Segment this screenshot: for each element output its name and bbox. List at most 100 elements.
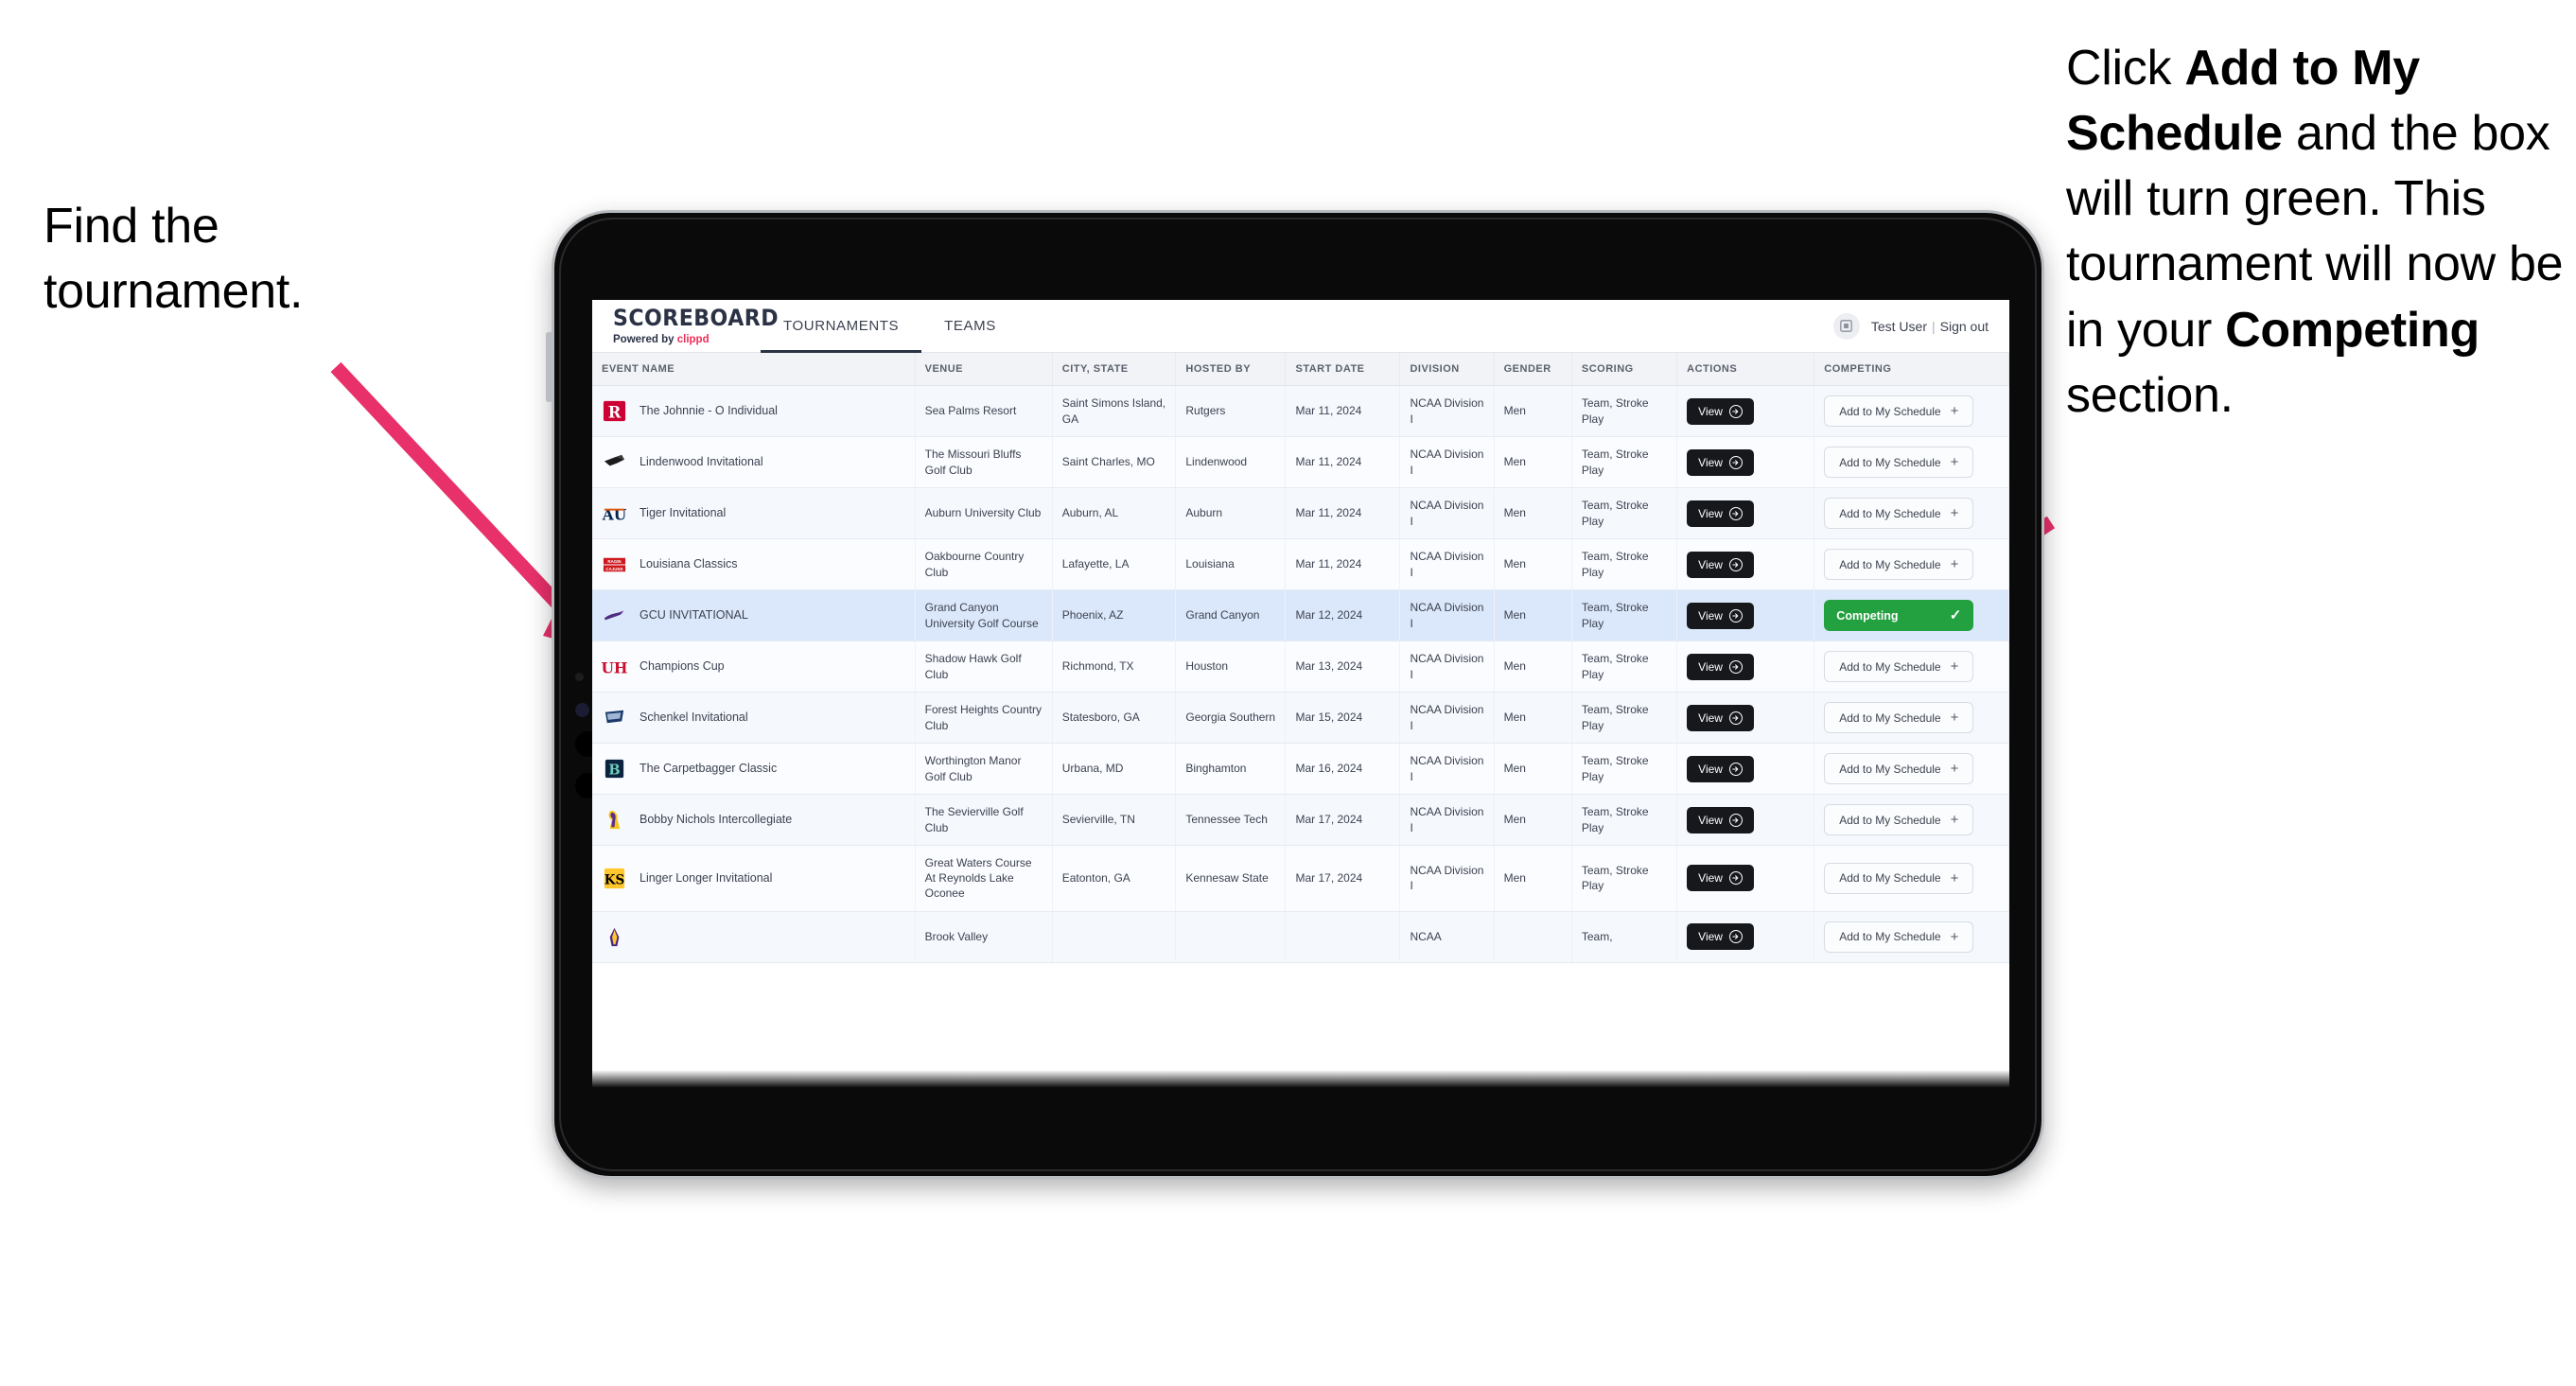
table-row[interactable]: Bobby Nichols Intercollegiate The Sevierv… <box>592 794 2009 846</box>
cell-start-date: Mar 13, 2024 <box>1285 640 1401 693</box>
column-header-venue[interactable]: VENUE <box>915 353 1053 386</box>
add-to-my-schedule-button[interactable]: Add to My Schedule + <box>1824 862 1974 894</box>
arrow-right-circle-icon <box>1728 557 1743 571</box>
add-to-my-schedule-button[interactable]: Add to My Schedule + <box>1824 804 1974 835</box>
table-row[interactable]: Brook Valley NCAA Team, View Add to My Sched… <box>592 911 2009 963</box>
cell-event-name: UH Champions Cup <box>592 640 916 693</box>
annotation-right-bold2: Competing <box>2225 302 2480 358</box>
cell-city-state: Eatonton, GA <box>1052 845 1177 912</box>
cell-venue: Oakbourne Country Club <box>915 538 1053 590</box>
brand-logo[interactable]: SCOREBOARD Powered by clippd <box>592 300 779 352</box>
cell-venue: Auburn University Club <box>915 487 1053 539</box>
cell-gender: Men <box>1494 845 1572 912</box>
avatar[interactable] <box>1832 312 1860 340</box>
add-to-my-schedule-label: Add to My Schedule <box>1839 930 1941 944</box>
tennessee-tech-golden-eagles-logo-icon <box>608 810 621 830</box>
table-row[interactable]: Lindenwood Invitational The Missouri Bluf… <box>592 436 2009 488</box>
column-header-competing[interactable]: COMPETING <box>1814 353 2009 386</box>
arrow-right-circle-icon <box>1728 711 1743 725</box>
column-header-city-state[interactable]: CITY, STATE <box>1052 353 1177 386</box>
view-button[interactable]: View <box>1687 551 1754 578</box>
column-header-actions[interactable]: ACTIONS <box>1676 353 1815 386</box>
cell-event-name: GCU INVITATIONAL <box>592 589 916 641</box>
annotation-right: Click Add to My Schedule and the box wil… <box>2066 36 2576 429</box>
add-to-my-schedule-label: Add to My Schedule <box>1839 659 1941 674</box>
table-row[interactable]: AU Tiger Invitational Auburn University Cl… <box>592 487 2009 539</box>
view-button[interactable]: View <box>1687 448 1754 476</box>
table-row[interactable]: B The Carpetbagger Classic Worthington Man… <box>592 743 2009 795</box>
cell-actions: View <box>1676 911 1815 963</box>
table-row[interactable]: GCU INVITATIONAL Grand Canyon University … <box>592 589 2009 641</box>
view-button[interactable]: View <box>1687 923 1754 951</box>
competing-button[interactable]: Competing ✓ <box>1824 600 1974 631</box>
volume-button[interactable] <box>546 332 552 402</box>
cell-scoring: Team, Stroke Play <box>1571 794 1678 846</box>
cell-competing: Add to My Schedule + <box>1814 911 2009 963</box>
cell-gender: Men <box>1494 385 1572 437</box>
cell-division: NCAA Division I <box>1399 692 1495 744</box>
add-to-my-schedule-button[interactable]: Add to My Schedule + <box>1824 651 1974 682</box>
table-row[interactable]: Schenkel Invitational Forest Heights Coun… <box>592 692 2009 744</box>
add-to-my-schedule-label: Add to My Schedule <box>1839 813 1941 827</box>
sign-out-link[interactable]: Sign out <box>1940 319 1989 334</box>
georgia-southern-eagles-logo-icon <box>605 710 624 724</box>
cell-actions: View <box>1676 743 1815 795</box>
view-button[interactable]: View <box>1687 653 1754 680</box>
view-button[interactable]: View <box>1687 500 1754 527</box>
user-badge-icon <box>1840 320 1853 332</box>
view-button[interactable]: View <box>1687 602 1754 629</box>
cell-gender: Men <box>1494 640 1572 693</box>
column-header-division[interactable]: DIVISION <box>1399 353 1495 386</box>
cell-event-name: AU Tiger Invitational <box>592 487 916 539</box>
cell-competing: Add to My Schedule + <box>1814 794 2009 846</box>
column-header-hosted-by[interactable]: HOSTED BY <box>1175 353 1287 386</box>
tournaments-table-container[interactable]: EVENT NAME VENUE CITY, STATE HOSTED BY S… <box>592 353 2009 1095</box>
add-to-my-schedule-button[interactable]: Add to My Schedule + <box>1824 702 1974 733</box>
add-to-my-schedule-button[interactable]: Add to My Schedule + <box>1824 498 1974 529</box>
view-button[interactable]: View <box>1687 755 1754 782</box>
table-row[interactable]: UH Champions Cup Shadow Hawk Golf Club Rich… <box>592 640 2009 693</box>
team-logo: UH <box>602 654 627 679</box>
table-row[interactable]: KS Linger Longer Invitational Great Waters… <box>592 845 2009 912</box>
cell-scoring: Team, Stroke Play <box>1571 487 1678 539</box>
table-row[interactable]: R The Johnnie - O Individual Sea Palms Res… <box>592 385 2009 437</box>
plus-icon: + <box>1950 812 1959 828</box>
add-to-my-schedule-button[interactable]: Add to My Schedule + <box>1824 447 1974 478</box>
column-header-gender[interactable]: GENDER <box>1494 353 1572 386</box>
column-header-event-name[interactable]: EVENT NAME <box>592 353 916 386</box>
add-to-my-schedule-button[interactable]: Add to My Schedule + <box>1824 549 1974 580</box>
cell-division: NCAA Division I <box>1399 640 1495 693</box>
add-to-my-schedule-label: Add to My Schedule <box>1839 762 1941 776</box>
add-to-my-schedule-button[interactable]: Add to My Schedule + <box>1824 921 1974 953</box>
cell-venue: Worthington Manor Golf Club <box>915 743 1053 795</box>
view-button[interactable]: View <box>1687 704 1754 731</box>
view-label: View <box>1698 871 1723 886</box>
cell-division: NCAA Division I <box>1399 385 1495 437</box>
cell-gender: Men <box>1494 538 1572 590</box>
team-logo: RAGIN CAJUNS <box>602 552 627 577</box>
table-row[interactable]: RAGIN CAJUNS Louisiana Classics Oakbourne C… <box>592 538 2009 590</box>
add-to-my-schedule-button[interactable]: Add to My Schedule + <box>1824 395 1974 427</box>
event-name-label: Schenkel Invitational <box>640 711 748 725</box>
cell-event-name: Lindenwood Invitational <box>592 436 916 488</box>
team-logo <box>602 924 627 950</box>
team-logo: R <box>602 398 627 424</box>
tab-tournaments[interactable]: TOURNAMENTS <box>761 300 922 353</box>
view-button[interactable]: View <box>1687 397 1754 425</box>
svg-text:KS: KS <box>605 872 624 887</box>
view-label: View <box>1698 455 1723 469</box>
view-button[interactable]: View <box>1687 865 1754 892</box>
plus-icon: + <box>1950 869 1959 886</box>
cell-city-state: Sevierville, TN <box>1052 794 1177 846</box>
team-logo <box>602 705 627 730</box>
cell-venue: The Missouri Bluffs Golf Club <box>915 436 1053 488</box>
event-name-label: The Johnnie - O Individual <box>640 404 778 418</box>
tab-teams[interactable]: TEAMS <box>921 300 1019 352</box>
view-button[interactable]: View <box>1687 806 1754 833</box>
cell-venue: Grand Canyon University Golf Course <box>915 589 1053 641</box>
cell-venue: Shadow Hawk Golf Club <box>915 640 1053 693</box>
cell-competing: Add to My Schedule + <box>1814 692 2009 744</box>
column-header-start-date[interactable]: START DATE <box>1285 353 1401 386</box>
add-to-my-schedule-button[interactable]: Add to My Schedule + <box>1824 753 1974 784</box>
column-header-scoring[interactable]: SCORING <box>1571 353 1678 386</box>
